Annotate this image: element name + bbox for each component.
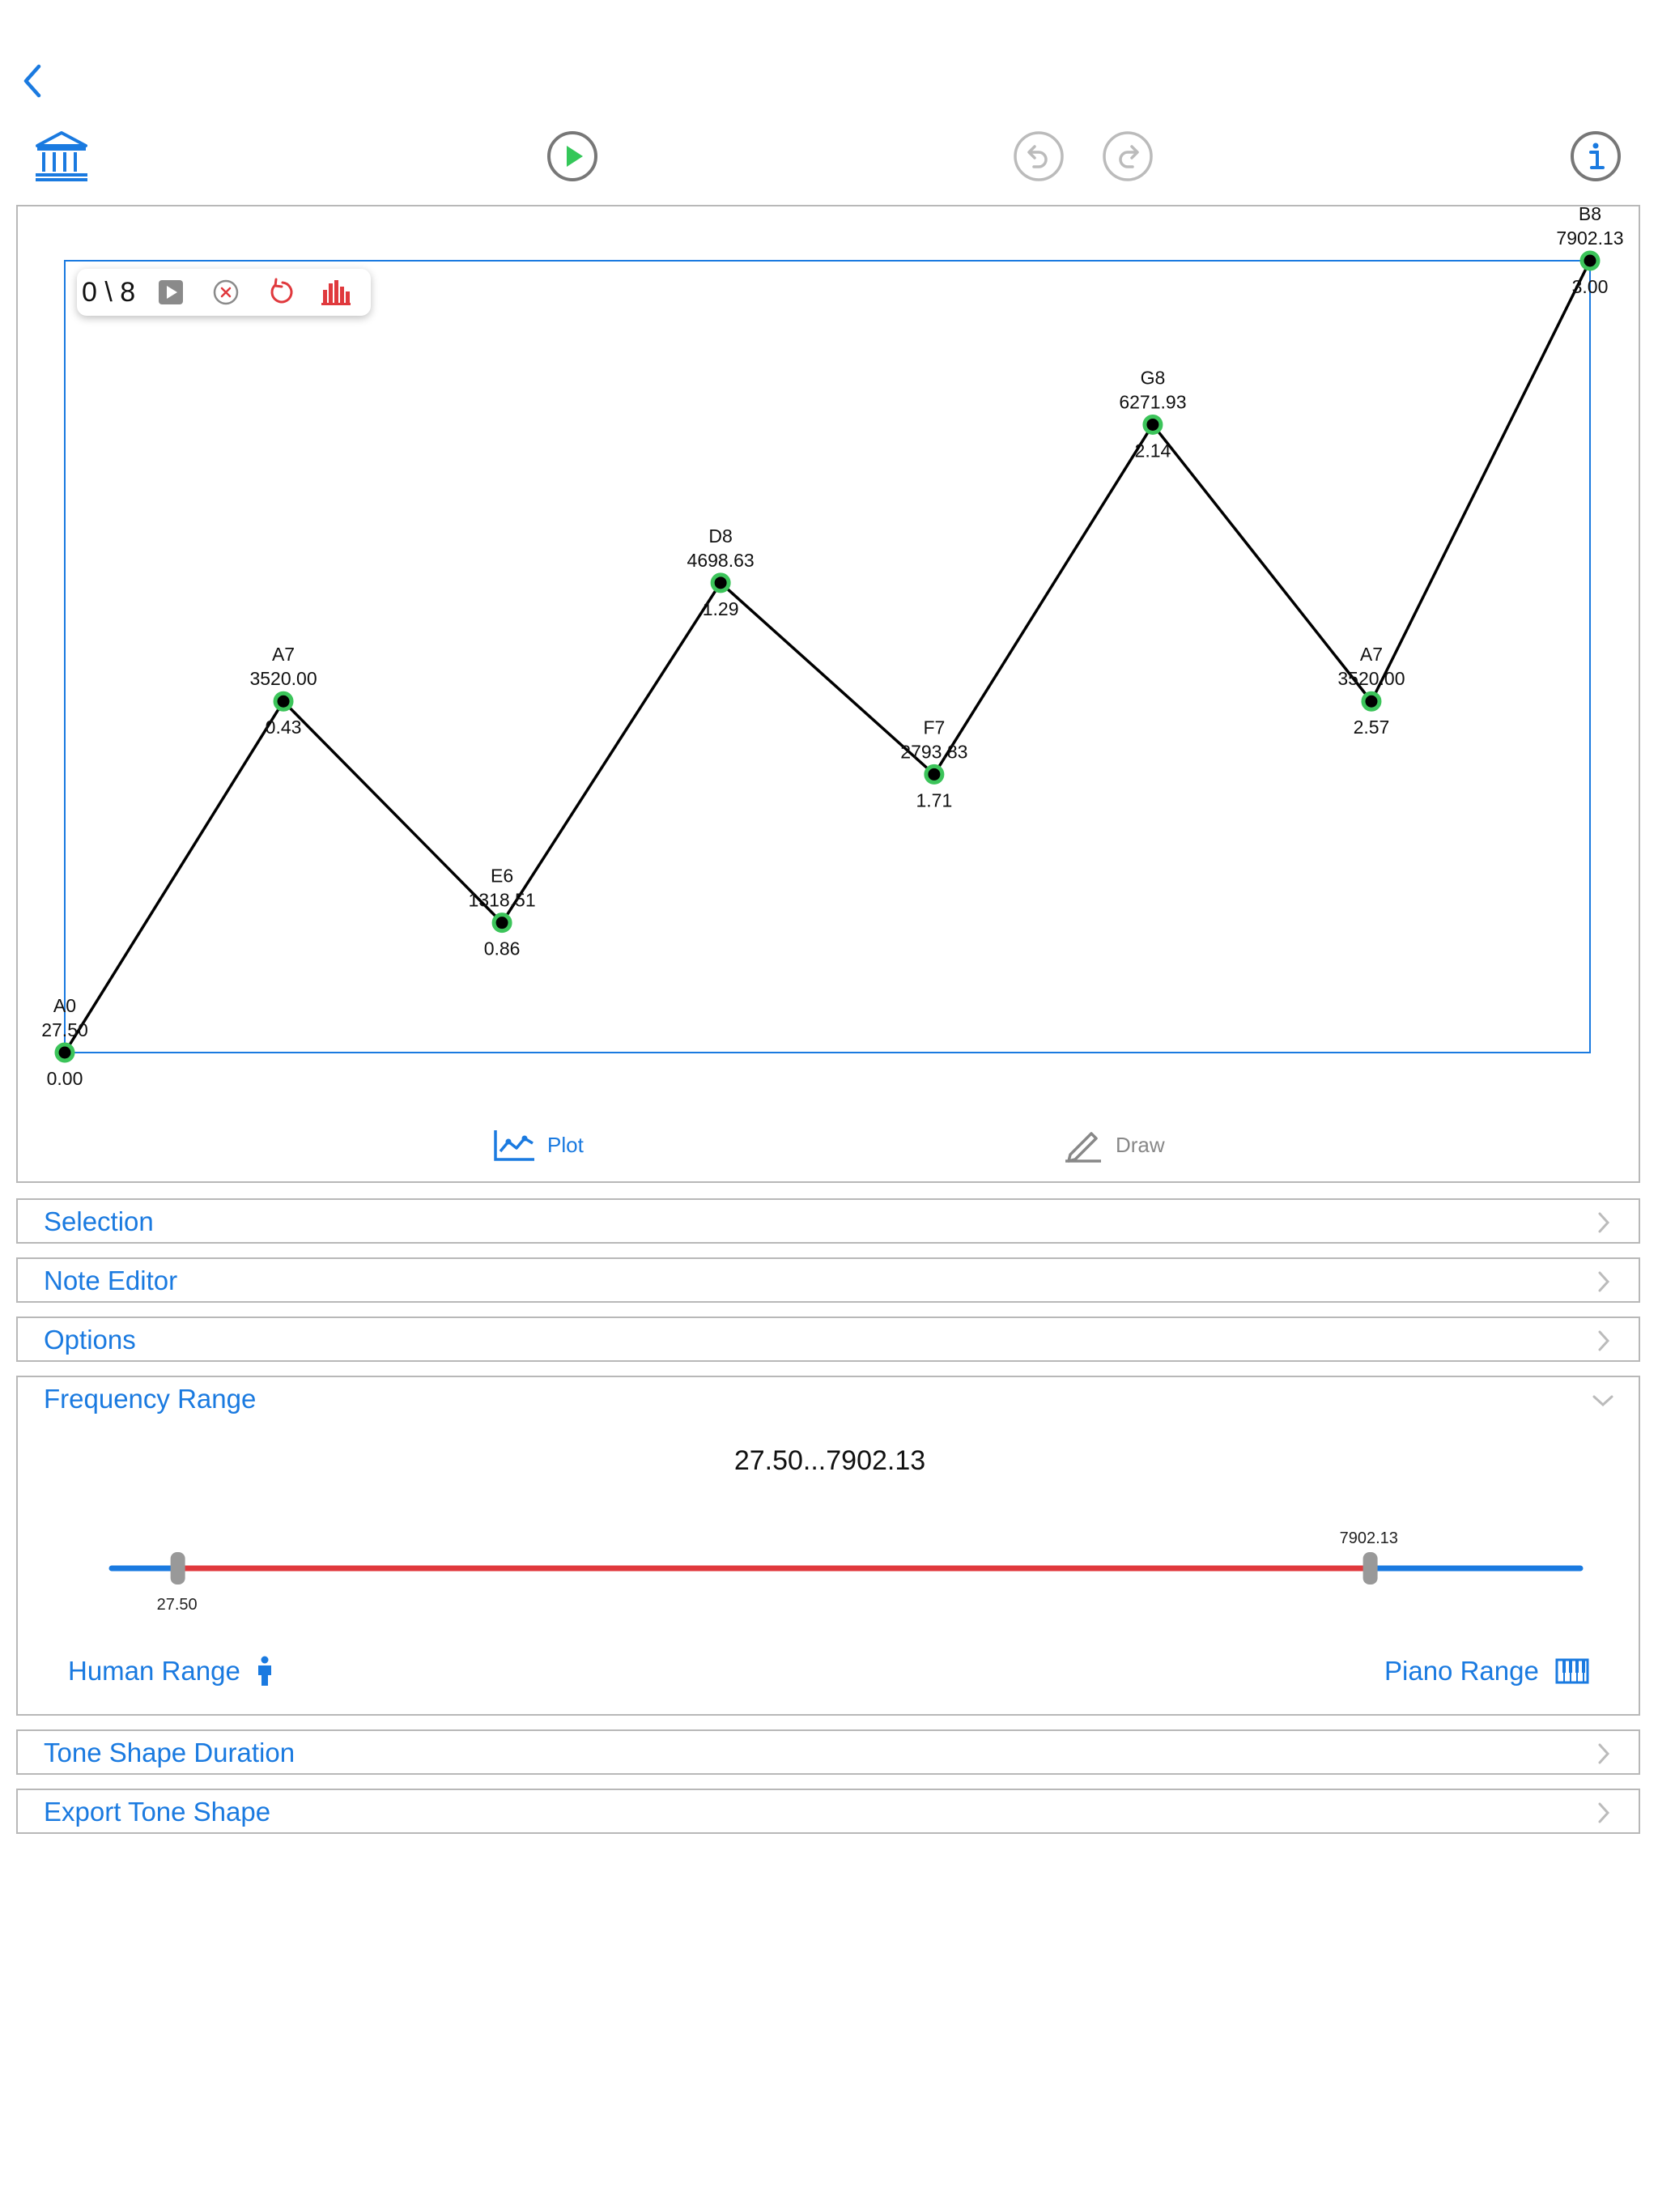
point-time-label: 0.43 [266, 717, 302, 738]
section-note-editor-title: Note Editor [44, 1266, 178, 1295]
section-tone-shape-duration: Tone Shape Duration [16, 1729, 1640, 1775]
chevron-right-icon [1598, 1271, 1610, 1292]
point-note-label: B8 [1579, 203, 1601, 224]
point-frequency-label: 1318.51 [469, 890, 536, 911]
point-frequency-label: 6271.93 [1119, 391, 1186, 412]
point-note-label: A0 [53, 995, 76, 1016]
play-preview-button[interactable] [151, 273, 190, 312]
point-note-label: A7 [1360, 644, 1383, 665]
range-low-thumb[interactable] [170, 1552, 185, 1585]
line-chart-icon [494, 1130, 534, 1161]
piano-range-button[interactable]: Piano Range [1384, 1656, 1589, 1687]
tab-draw[interactable]: Draw [1064, 1127, 1165, 1163]
point-frequency-label: 4698.63 [687, 550, 755, 571]
reset-button[interactable] [261, 273, 300, 312]
bar-chart-icon [321, 280, 351, 305]
section-selection: Selection [16, 1198, 1640, 1244]
section-note-editor-header[interactable]: Note Editor [18, 1259, 1639, 1303]
data-point[interactable] [491, 912, 512, 934]
point-note-label: A7 [272, 644, 295, 665]
section-export-tone-shape-title: Export Tone Shape [44, 1797, 271, 1827]
chevron-down-icon [1592, 1395, 1613, 1407]
chevron-right-icon [1598, 1802, 1610, 1823]
point-frequency-label: 3520.00 [249, 668, 317, 689]
chevron-right-icon [1598, 1743, 1610, 1764]
section-frequency-range-header[interactable]: Frequency Range [18, 1377, 1639, 1421]
section-export-tone-shape: Export Tone Shape [16, 1789, 1640, 1834]
data-point[interactable] [273, 691, 294, 712]
point-note-label: D8 [708, 525, 732, 547]
human-range-button[interactable]: Human Range [68, 1656, 274, 1687]
chevron-right-icon [1598, 1212, 1610, 1233]
play-square-icon [159, 280, 183, 304]
point-time-label: 2.14 [1135, 440, 1171, 461]
chevron-right-icon [1598, 1330, 1610, 1351]
point-counter: 0 \ 8 [82, 276, 136, 308]
human-range-label: Human Range [68, 1656, 240, 1686]
range-low-label: 27.50 [156, 1596, 198, 1614]
piano-keys-icon [1555, 1658, 1589, 1684]
point-frequency-label: 7902.13 [1556, 228, 1623, 249]
tone-shape-chart[interactable]: A0 27.50 0.00 A7 3520.00 0.43 E6 1318.51 0.86 D8 4… [0, 0, 1658, 1134]
data-point[interactable] [54, 1042, 75, 1063]
frequency-range-text: 27.50...7902.13 [733, 1445, 926, 1476]
section-options-header[interactable]: Options [18, 1318, 1639, 1362]
data-point[interactable] [1361, 691, 1382, 712]
section-tone-shape-duration-header[interactable]: Tone Shape Duration [18, 1731, 1639, 1775]
point-time-label: 1.71 [916, 789, 952, 810]
section-selection-title: Selection [44, 1206, 154, 1236]
section-options: Options [16, 1317, 1640, 1362]
tab-plot[interactable]: Plot [492, 1127, 584, 1163]
plot-mini-toolbar: 0 \ 8 [77, 269, 371, 316]
tab-plot-label: Plot [547, 1132, 584, 1157]
point-time-label: 1.29 [703, 598, 739, 619]
section-export-tone-shape-header[interactable]: Export Tone Shape [18, 1790, 1639, 1834]
point-frequency-label: 3520.00 [1337, 668, 1405, 689]
point-time-label: 0.00 [47, 1068, 83, 1089]
section-options-title: Options [44, 1325, 136, 1355]
reset-arrow-icon [270, 278, 293, 304]
section-note-editor: Note Editor [16, 1257, 1640, 1303]
chart-bars-button[interactable] [317, 273, 355, 312]
person-icon [257, 1656, 271, 1686]
section-frequency-range-title: Frequency Range [44, 1384, 257, 1414]
point-note-label: G8 [1141, 367, 1166, 388]
data-point[interactable] [1579, 250, 1601, 271]
section-tone-shape-duration-title: Tone Shape Duration [44, 1738, 295, 1767]
range-high-thumb[interactable] [1363, 1552, 1378, 1585]
data-point[interactable] [1142, 414, 1163, 435]
point-time-label: 0.86 [484, 938, 521, 959]
point-frequency-label: 27.50 [41, 1019, 88, 1040]
pencil-icon [1065, 1132, 1101, 1163]
point-time-label: 2.57 [1354, 717, 1390, 738]
section-frequency-range: Frequency Range 27.50...7902.13 27.50 79… [16, 1376, 1640, 1716]
point-note-label: E6 [491, 866, 513, 887]
range-high-label: 7902.13 [1339, 1529, 1398, 1547]
clear-button[interactable] [206, 273, 245, 312]
frequency-range-slider[interactable] [96, 1544, 1658, 1593]
point-time-label: 3.00 [1572, 276, 1609, 297]
point-note-label: F7 [923, 717, 945, 738]
piano-range-label: Piano Range [1384, 1656, 1539, 1686]
data-point[interactable] [710, 572, 731, 593]
point-frequency-label: 2793.83 [900, 741, 967, 762]
tab-draw-label: Draw [1116, 1132, 1165, 1157]
section-selection-header[interactable]: Selection [18, 1200, 1639, 1244]
data-point[interactable] [924, 764, 945, 785]
close-circle-icon [213, 279, 239, 305]
